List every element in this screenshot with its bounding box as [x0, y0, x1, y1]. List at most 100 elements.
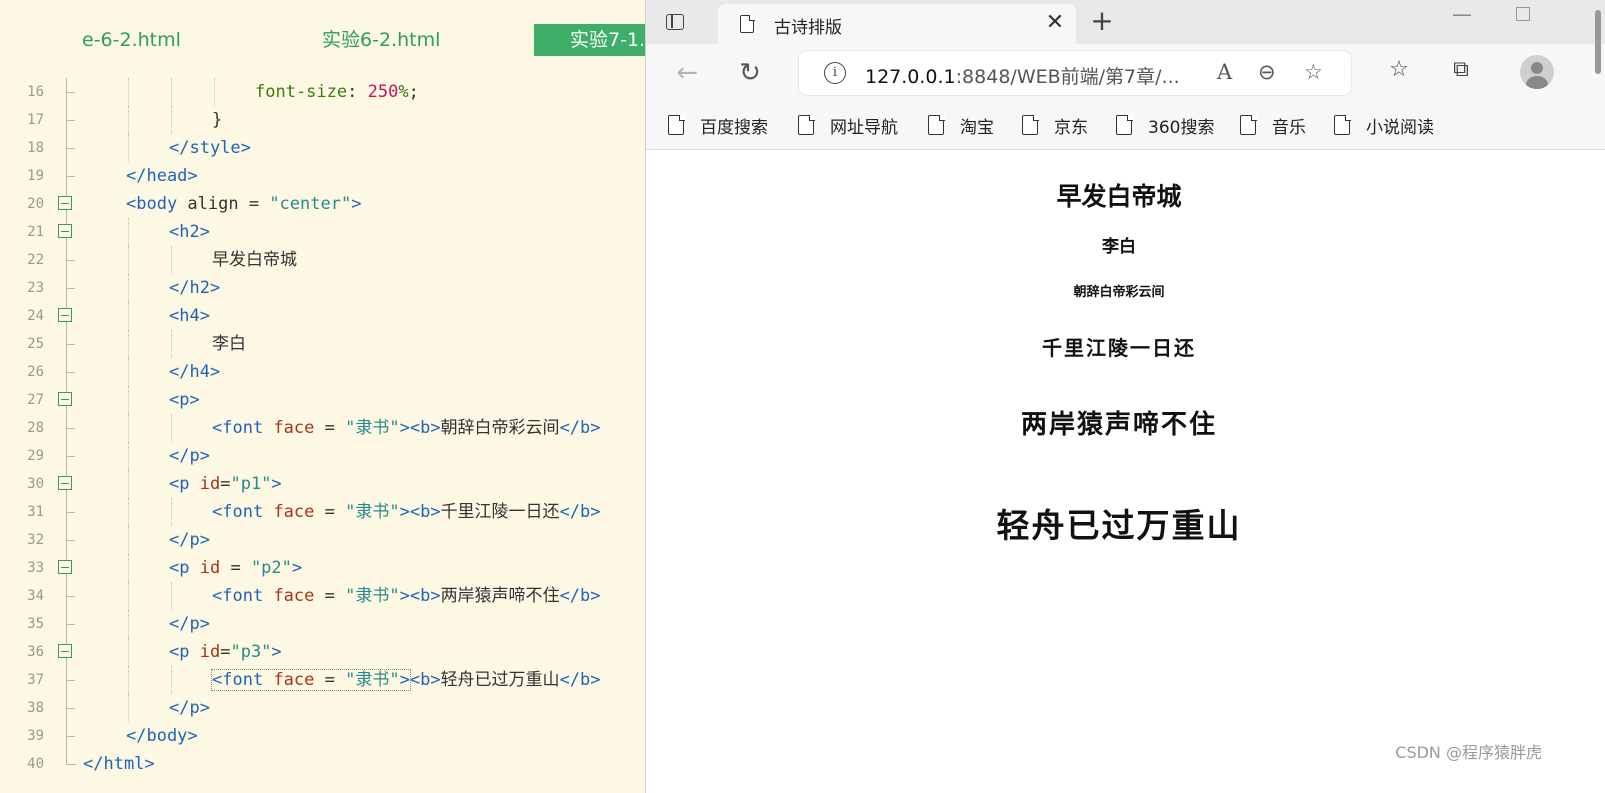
code-token: "隶书": [345, 502, 400, 522]
line-number: 35: [27, 616, 44, 632]
fold-toggle-icon[interactable]: [57, 470, 77, 498]
code-line[interactable]: 40 </html>: [0, 750, 645, 778]
scrollbar-thumb[interactable]: [1595, 10, 1601, 74]
new-tab-button[interactable]: +: [1087, 4, 1117, 37]
code-line[interactable]: 39 </body>: [0, 722, 645, 750]
fold-toggle-icon[interactable]: [57, 386, 77, 414]
fold-guide: [57, 358, 77, 386]
code-line[interactable]: 25 李白: [0, 330, 645, 358]
indent-guide: [171, 582, 172, 610]
code-line[interactable]: 32 </p>: [0, 526, 645, 554]
code-token: 朝辞白帝彩云间: [440, 418, 560, 438]
indent-guide: [128, 330, 129, 358]
code-text: </h4>: [169, 358, 220, 386]
code-line[interactable]: 33 <p id = "p2">: [0, 554, 645, 582]
editor-tab-e-6-2[interactable]: e-6-2.html: [82, 24, 181, 56]
line-number: 38: [27, 700, 44, 716]
bookmark-label: 京东: [1054, 118, 1088, 138]
fold-toggle-icon[interactable]: [57, 218, 77, 246]
line-number: 26: [27, 364, 44, 380]
code-area[interactable]: 16 font-size: 250%; 17} 18 </style> 19 </head>…: [0, 78, 645, 778]
code-token: >: [271, 642, 282, 662]
code-token: </style>: [169, 138, 251, 158]
code-line[interactable]: 28 <font face = "隶书"><b>朝辞白帝彩云间</b>: [0, 414, 645, 442]
code-line[interactable]: 37 <font face = "隶书"><b>轻舟已过万重山</b>: [0, 666, 645, 694]
code-token: <h4>: [169, 306, 210, 326]
favorites-icon[interactable]: ☆: [1384, 57, 1414, 82]
close-tab-icon[interactable]: ✕: [1043, 10, 1067, 35]
code-editor[interactable]: e-6-2.html 实验6-2.html 实验7-1. 16 font-size…: [0, 0, 645, 793]
site-info-icon[interactable]: i: [824, 62, 846, 84]
code-line[interactable]: 29 </p>: [0, 442, 645, 470]
fold-guide: [57, 330, 77, 358]
indent-guide: [128, 694, 129, 722]
code-line[interactable]: 36 <p id="p3">: [0, 638, 645, 666]
fold-guide: [57, 750, 77, 778]
code-line[interactable]: 27 <p>: [0, 386, 645, 414]
page-icon: [928, 114, 945, 135]
bookmark-label: 淘宝: [960, 118, 994, 138]
fold-toggle-icon[interactable]: [57, 302, 77, 330]
code-text: <p id = "p2">: [169, 554, 302, 582]
code-text: </p>: [169, 610, 210, 638]
code-line[interactable]: 16 font-size: 250%;: [0, 78, 645, 106]
editor-tab-shiyan-7-1[interactable]: 实验7-1.: [534, 24, 645, 56]
minimize-icon[interactable]: —: [1452, 2, 1472, 26]
code-line[interactable]: 17}: [0, 106, 645, 134]
code-line[interactable]: 23 </h2>: [0, 274, 645, 302]
address-bar[interactable]: i 127.0.0.1:8848/WEB前端/第7章/... A ⊖ ☆: [799, 51, 1351, 95]
code-line[interactable]: 22 早发白帝城: [0, 246, 645, 274]
line-number: 23: [27, 280, 44, 296]
read-aloud-icon[interactable]: A: [1217, 60, 1232, 84]
code-token: :: [347, 82, 368, 102]
code-line[interactable]: 31 <font face = "隶书"><b>千里江陵一日还</b>: [0, 498, 645, 526]
scrollbar[interactable]: [1592, 0, 1605, 80]
zoom-out-icon[interactable]: ⊖: [1258, 60, 1276, 84]
code-token: "p1": [230, 474, 272, 494]
code-line[interactable]: 24 <h4>: [0, 302, 645, 330]
tab-actions-icon[interactable]: [660, 8, 690, 36]
indent-guide: [128, 386, 129, 414]
fold-toggle-icon[interactable]: [57, 638, 77, 666]
code-token: >: [351, 194, 362, 214]
code-token: </b>: [559, 418, 601, 438]
code-line[interactable]: 38 </p>: [0, 694, 645, 722]
code-token: </html>: [83, 754, 155, 774]
code-token: 250: [367, 82, 399, 102]
code-token: <p: [169, 474, 190, 494]
line-number: 29: [27, 448, 44, 464]
collections-icon[interactable]: ⧉: [1446, 57, 1476, 82]
reload-button[interactable]: ↻: [733, 56, 767, 90]
url-text[interactable]: 127.0.0.1:8848/WEB前端/第7章/...: [865, 62, 1180, 89]
profile-avatar-icon[interactable]: [1520, 55, 1554, 89]
poem-title: 早发白帝城: [1056, 182, 1182, 211]
add-favorite-icon[interactable]: ☆: [1304, 60, 1323, 84]
code-line[interactable]: 30 <p id="p1">: [0, 470, 645, 498]
fold-guide: [57, 694, 77, 722]
browser-tab[interactable]: 古诗排版 ✕: [718, 4, 1076, 44]
back-button[interactable]: ←: [670, 56, 704, 90]
editor-tab-shiyan-6-2[interactable]: 实验6-2.html: [322, 24, 440, 56]
line-number: 25: [27, 336, 44, 352]
fold-toggle-icon[interactable]: [57, 554, 77, 582]
maximize-icon[interactable]: [1516, 7, 1530, 21]
code-line[interactable]: 26 </h4>: [0, 358, 645, 386]
code-line[interactable]: 35 </p>: [0, 610, 645, 638]
code-line[interactable]: 18 </style>: [0, 134, 645, 162]
code-line[interactable]: 20 <body align = "center">: [0, 190, 645, 218]
code-line[interactable]: 21 <h2>: [0, 218, 645, 246]
indent-guide: [128, 358, 129, 386]
selected-token: <font face = "隶书">: [211, 669, 411, 691]
code-token: id: [199, 642, 221, 662]
code-token: >: [291, 558, 303, 578]
code-line[interactable]: 34 <font face = "隶书"><b>两岸猿声啼不住</b>: [0, 582, 645, 610]
fold-toggle-icon[interactable]: [57, 190, 77, 218]
code-token: </p>: [169, 446, 210, 466]
code-token: face: [273, 670, 315, 690]
code-text: <body align = "center">: [126, 190, 361, 218]
watermark: CSDN @程序猿胖虎: [1395, 743, 1542, 762]
code-line[interactable]: 19 </head>: [0, 162, 645, 190]
